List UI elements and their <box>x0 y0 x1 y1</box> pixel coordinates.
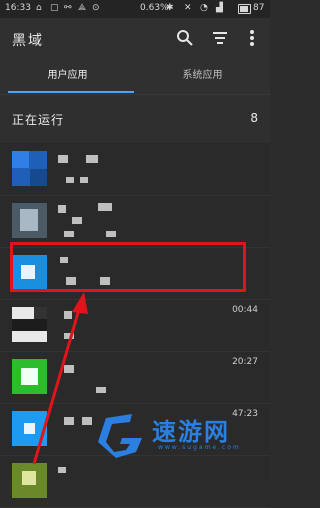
list-item[interactable]: 20:27 <box>0 351 270 404</box>
more-vertical-icon[interactable] <box>242 28 262 48</box>
app-icon <box>12 359 47 394</box>
notification-icon: ⊙ <box>92 3 100 13</box>
network-speed: 0.63% <box>140 3 169 13</box>
watermark: 速游网 www.sugame.com <box>92 408 262 464</box>
battery-level: 87 <box>253 3 265 13</box>
status-time: 16:33 <box>5 3 31 13</box>
tab-indicator <box>8 91 134 93</box>
battery-icon <box>238 4 251 14</box>
section-header-running: 正在运行 8 <box>0 95 270 143</box>
list-item[interactable] <box>0 195 270 248</box>
highlight-box <box>10 242 246 292</box>
run-time: 00:44 <box>232 305 258 315</box>
status-bar: 16:33 ⌂ ▢ ⚯ ⟁ ⊙ 0.63% ✱ ✕ ◔ ▟ 87 <box>0 0 270 18</box>
app-bar: 黑域 <box>0 18 270 60</box>
list-item[interactable]: 00:44 <box>0 299 270 352</box>
wifi-icon: ◔ <box>200 3 208 13</box>
tab-user-apps[interactable]: 用户应用 <box>0 60 135 94</box>
running-count: 8 <box>250 111 258 125</box>
app-icon <box>12 151 47 186</box>
notification-icon: ⟁ <box>78 3 87 13</box>
signal-icon: ▟ <box>216 3 223 13</box>
notification-icon: ▢ <box>50 3 59 13</box>
list-item[interactable] <box>0 143 270 196</box>
watermark-text: 速游网 <box>152 418 230 446</box>
section-label: 正在运行 <box>12 113 65 127</box>
tab-bar: 用户应用 系统应用 <box>0 60 270 95</box>
app-icon <box>12 411 47 446</box>
app-icon <box>12 203 47 238</box>
search-icon[interactable] <box>175 28 195 48</box>
app-title: 黑域 <box>12 33 44 49</box>
app-icon <box>12 307 47 342</box>
run-time: 20:27 <box>232 357 258 367</box>
bluetooth-icon: ✱ <box>166 3 174 13</box>
watermark-logo-icon <box>98 414 142 458</box>
app-icon <box>12 463 47 498</box>
mute-icon: ✕ <box>184 3 192 13</box>
notification-icon: ⚯ <box>64 3 72 13</box>
notification-icon: ⌂ <box>36 3 42 13</box>
tab-system-apps[interactable]: 系统应用 <box>135 60 270 94</box>
sort-icon[interactable] <box>210 28 230 48</box>
watermark-url: www.sugame.com <box>158 444 241 451</box>
